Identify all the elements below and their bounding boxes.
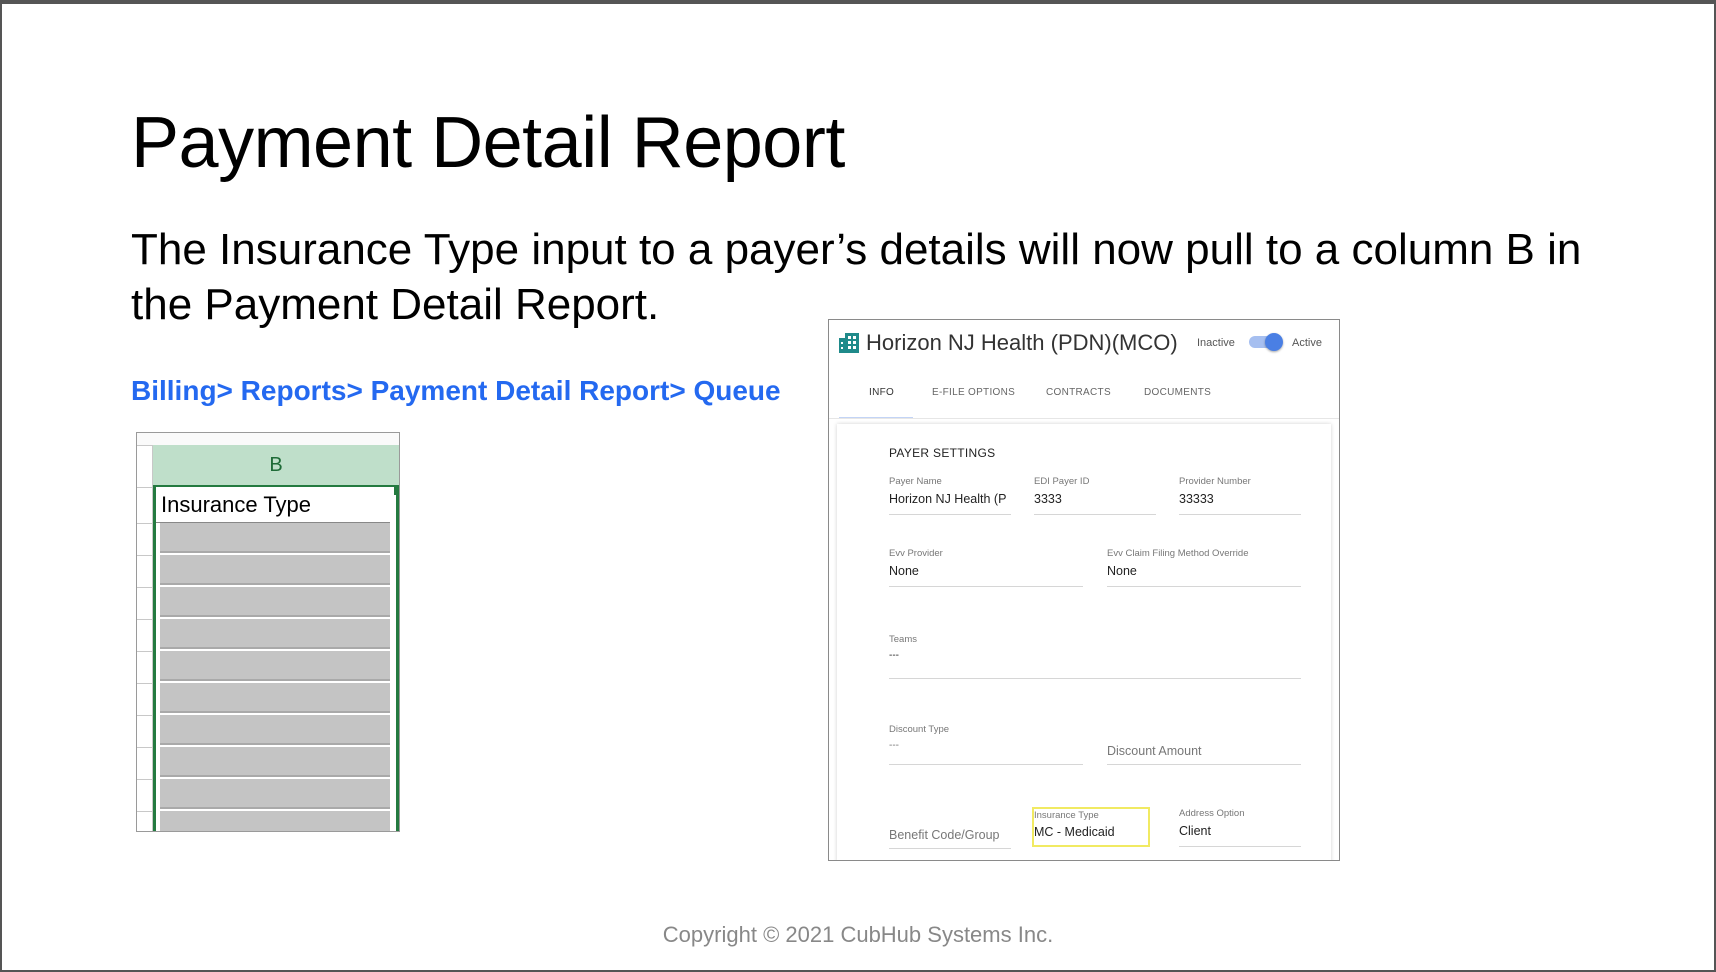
table-cell[interactable] xyxy=(160,715,390,745)
header-cell[interactable]: Insurance Type xyxy=(156,487,390,523)
field-label: EDI Payer ID xyxy=(1034,476,1090,487)
column-header-b[interactable]: B xyxy=(153,445,399,487)
payer-title: Horizon NJ Health (PDN)(MCO) xyxy=(866,330,1178,355)
address-option-field[interactable]: Address Option Client xyxy=(1179,808,1301,847)
evv-claim-filing-field[interactable]: Evv Claim Filing Method Override None xyxy=(1107,548,1301,587)
field-value: --- xyxy=(889,740,899,751)
field-label: Evv Provider xyxy=(889,548,943,559)
copyright-footer: Copyright © 2021 CubHub Systems Inc. xyxy=(662,922,1054,947)
field-label: Teams xyxy=(889,634,917,645)
tabs-divider xyxy=(829,418,1339,419)
section-title: PAYER SETTINGS xyxy=(889,446,996,460)
tab-documents[interactable]: DOCUMENTS xyxy=(1144,387,1211,398)
teams-field[interactable]: Teams --- xyxy=(889,634,1301,679)
tab-info[interactable]: INFO xyxy=(869,387,894,398)
row-divider xyxy=(137,779,152,780)
field-label: Payer Name xyxy=(889,476,942,487)
tab-contracts[interactable]: CONTRACTS xyxy=(1046,387,1111,398)
table-cell[interactable] xyxy=(160,555,390,585)
column-b-cells: Insurance Type xyxy=(153,487,399,831)
table-cell[interactable] xyxy=(160,747,390,777)
field-value: Horizon NJ Health (P xyxy=(889,492,1007,506)
table-cell[interactable] xyxy=(160,779,390,809)
field-label: Discount Type xyxy=(889,724,950,735)
evv-provider-field[interactable]: Evv Provider None xyxy=(889,548,1083,587)
field-value: 3333 xyxy=(1034,492,1062,506)
row-divider xyxy=(137,619,152,620)
table-cell[interactable] xyxy=(160,619,390,649)
discount-type-field[interactable]: Discount Type --- xyxy=(889,724,1083,765)
tab-bar: INFO E-FILE OPTIONS CONTRACTS DOCUMENTS xyxy=(829,370,1339,414)
insurance-type-highlight xyxy=(1032,807,1150,847)
field-value: Client xyxy=(1179,824,1211,838)
payer-details-panel: Horizon NJ Health (PDN)(MCO) Inactive Ac… xyxy=(828,319,1340,861)
payer-name-field[interactable]: Payer Name Horizon NJ Health (P xyxy=(889,476,1011,515)
benefit-code-field[interactable]: Benefit Code/Group xyxy=(889,808,1011,849)
field-value: 33333 xyxy=(1179,492,1214,506)
row-divider xyxy=(137,651,152,652)
row-divider xyxy=(137,811,152,812)
edi-payer-id-field[interactable]: EDI Payer ID 3333 xyxy=(1034,476,1156,515)
spreadsheet-snippet: B Insurance Type xyxy=(136,432,400,832)
row-divider xyxy=(137,683,152,684)
status-inactive-label: Inactive xyxy=(1197,337,1235,349)
status-toggle-knob[interactable] xyxy=(1265,333,1283,351)
row-divider xyxy=(137,487,152,488)
row-number-column xyxy=(137,445,153,831)
row-divider xyxy=(137,715,152,716)
fill-handle[interactable] xyxy=(394,487,399,495)
table-cell[interactable] xyxy=(160,683,390,713)
field-value: --- xyxy=(889,650,899,661)
table-cell[interactable] xyxy=(160,811,390,831)
field-placeholder: Discount Amount xyxy=(1107,744,1202,758)
field-placeholder: Benefit Code/Group xyxy=(889,828,1000,842)
row-divider xyxy=(137,747,152,748)
row-divider xyxy=(137,555,152,556)
field-label: Provider Number xyxy=(1179,476,1251,487)
table-cell[interactable] xyxy=(160,587,390,617)
slide-body-text: The Insurance Type input to a payer’s de… xyxy=(131,225,1582,329)
payer-header: Horizon NJ Health (PDN)(MCO) xyxy=(839,326,1178,360)
field-label: Evv Claim Filing Method Override xyxy=(1107,548,1249,559)
row-divider xyxy=(137,587,152,588)
navigation-path: Billing> Reports> Payment Detail Report>… xyxy=(131,375,781,406)
tab-e-file-options[interactable]: E-FILE OPTIONS xyxy=(932,387,1015,398)
slide-title: Payment Detail Report xyxy=(131,103,845,183)
discount-amount-field[interactable]: Discount Amount xyxy=(1107,724,1301,765)
field-value: None xyxy=(889,564,919,578)
table-cell[interactable] xyxy=(160,651,390,681)
building-icon xyxy=(839,333,859,353)
field-label: Address Option xyxy=(1179,808,1245,819)
field-value: None xyxy=(1107,564,1137,578)
status-active-label: Active xyxy=(1292,337,1322,349)
provider-number-field[interactable]: Provider Number 33333 xyxy=(1179,476,1301,515)
table-cell[interactable] xyxy=(160,523,390,553)
row-divider xyxy=(137,523,152,524)
